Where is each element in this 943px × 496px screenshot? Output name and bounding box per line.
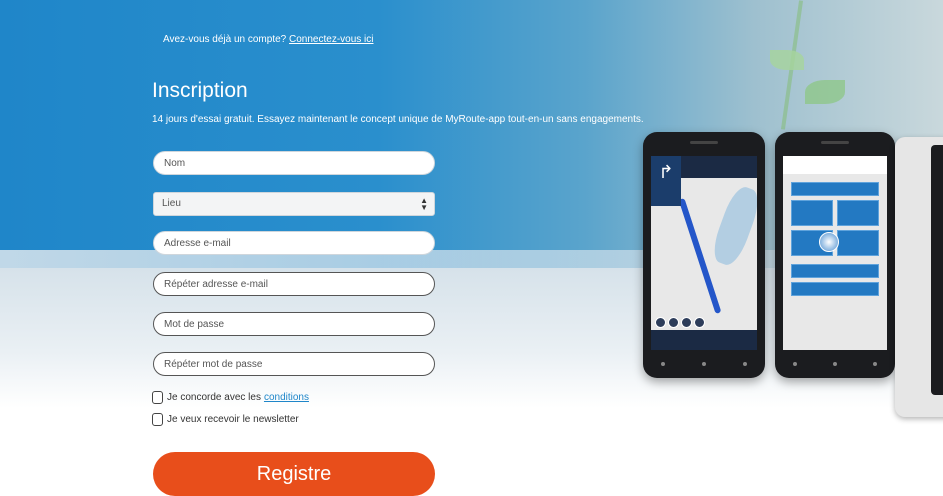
select-arrows-icon: ▲ ▼: [420, 196, 428, 212]
page-title: Inscription: [152, 79, 248, 102]
map-control-icon: [694, 317, 705, 328]
leaf-decoration: [805, 80, 845, 104]
terms-link[interactable]: conditions: [264, 392, 309, 403]
menu-tile: [837, 230, 879, 256]
menu-tile: [837, 200, 879, 226]
map-control-icon: [655, 317, 666, 328]
login-prompt-text: Avez-vous déjà un compte?: [163, 34, 287, 45]
menu-compass-icon: [819, 232, 839, 252]
map-controls: [655, 317, 705, 328]
menu-tile: [791, 282, 879, 296]
map-screen: ↱: [651, 156, 757, 350]
password-input[interactable]: [153, 312, 435, 336]
device-screen-edge: [931, 145, 943, 395]
location-select-value: Lieu: [162, 198, 181, 209]
menu-tile: [791, 200, 833, 226]
terms-row: Je concorde avec les conditions: [152, 391, 309, 404]
newsletter-checkbox[interactable]: [152, 413, 163, 426]
menu-tile: [791, 264, 879, 278]
menu-screen: [783, 156, 887, 350]
location-select[interactable]: Lieu ▲ ▼: [153, 192, 435, 216]
map-bottom-bar: [651, 330, 757, 350]
password-repeat-input[interactable]: [153, 352, 435, 376]
login-prompt: Avez-vous déjà un compte? Connectez-vous…: [163, 34, 374, 45]
phone-nav-bar: [775, 358, 895, 370]
app-header-bar: [783, 156, 887, 174]
email-input[interactable]: [153, 231, 435, 255]
phone-speaker: [821, 141, 849, 144]
leaf-decoration: [770, 50, 804, 70]
login-link[interactable]: Connectez-vous ici: [289, 34, 373, 45]
device-mockup-edge: [895, 137, 943, 417]
newsletter-row: Je veux recevoir le newsletter: [152, 413, 299, 426]
newsletter-label: Je veux recevoir le newsletter: [167, 414, 299, 425]
name-input[interactable]: [153, 151, 435, 175]
phone-menu-mockup: [775, 132, 895, 378]
turn-arrow-icon: ↱: [651, 156, 681, 206]
email-repeat-input[interactable]: [153, 272, 435, 296]
terms-label: Je concorde avec les: [167, 392, 261, 403]
river-shape: [708, 183, 757, 269]
map-control-icon: [681, 317, 692, 328]
phone-speaker: [690, 141, 718, 144]
terms-checkbox[interactable]: [152, 391, 163, 404]
register-button[interactable]: Registre: [153, 452, 435, 496]
page-subtitle: 14 jours d'essai gratuit. Essayez mainte…: [152, 114, 644, 125]
phone-navigation-mockup: ↱: [643, 132, 765, 378]
phone-nav-bar: [643, 358, 765, 370]
menu-tile: [791, 182, 879, 196]
map-control-icon: [668, 317, 679, 328]
